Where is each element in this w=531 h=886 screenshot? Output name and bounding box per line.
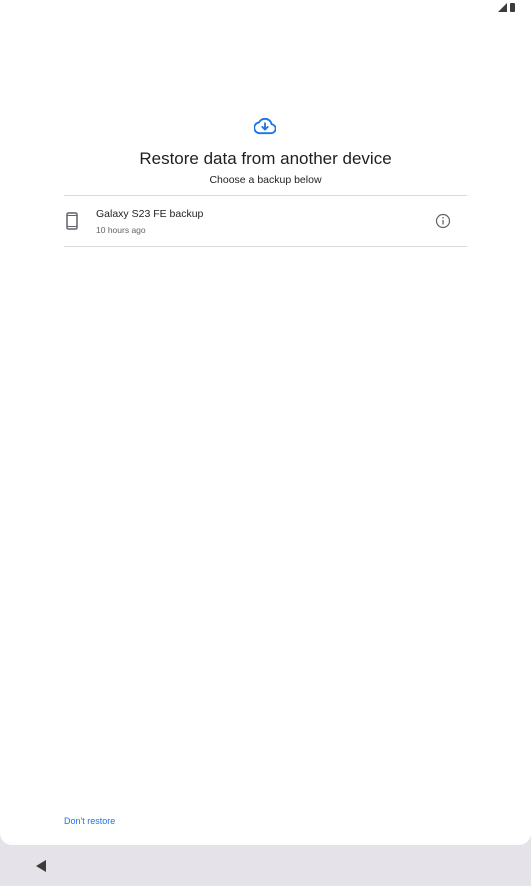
backup-list-item[interactable]: Galaxy S23 FE backup 10 hours ago	[64, 196, 467, 246]
backup-name: Galaxy S23 FE backup	[96, 208, 204, 220]
battery-icon	[510, 3, 515, 12]
info-icon[interactable]	[435, 213, 451, 229]
cloud-download-icon	[254, 117, 276, 135]
dont-restore-button[interactable]: Don't restore	[64, 816, 115, 826]
page-title: Restore data from another device	[139, 149, 392, 168]
divider	[64, 246, 467, 247]
signal-icon	[498, 3, 507, 12]
back-icon[interactable]	[36, 860, 46, 872]
backup-time: 10 hours ago	[96, 225, 146, 235]
page-subtitle: Choose a backup below	[209, 174, 322, 186]
status-bar	[0, 0, 531, 18]
navigation-bar	[0, 845, 531, 886]
setup-screen: Restore data from another device Choose …	[0, 0, 531, 845]
phone-icon	[66, 212, 78, 230]
